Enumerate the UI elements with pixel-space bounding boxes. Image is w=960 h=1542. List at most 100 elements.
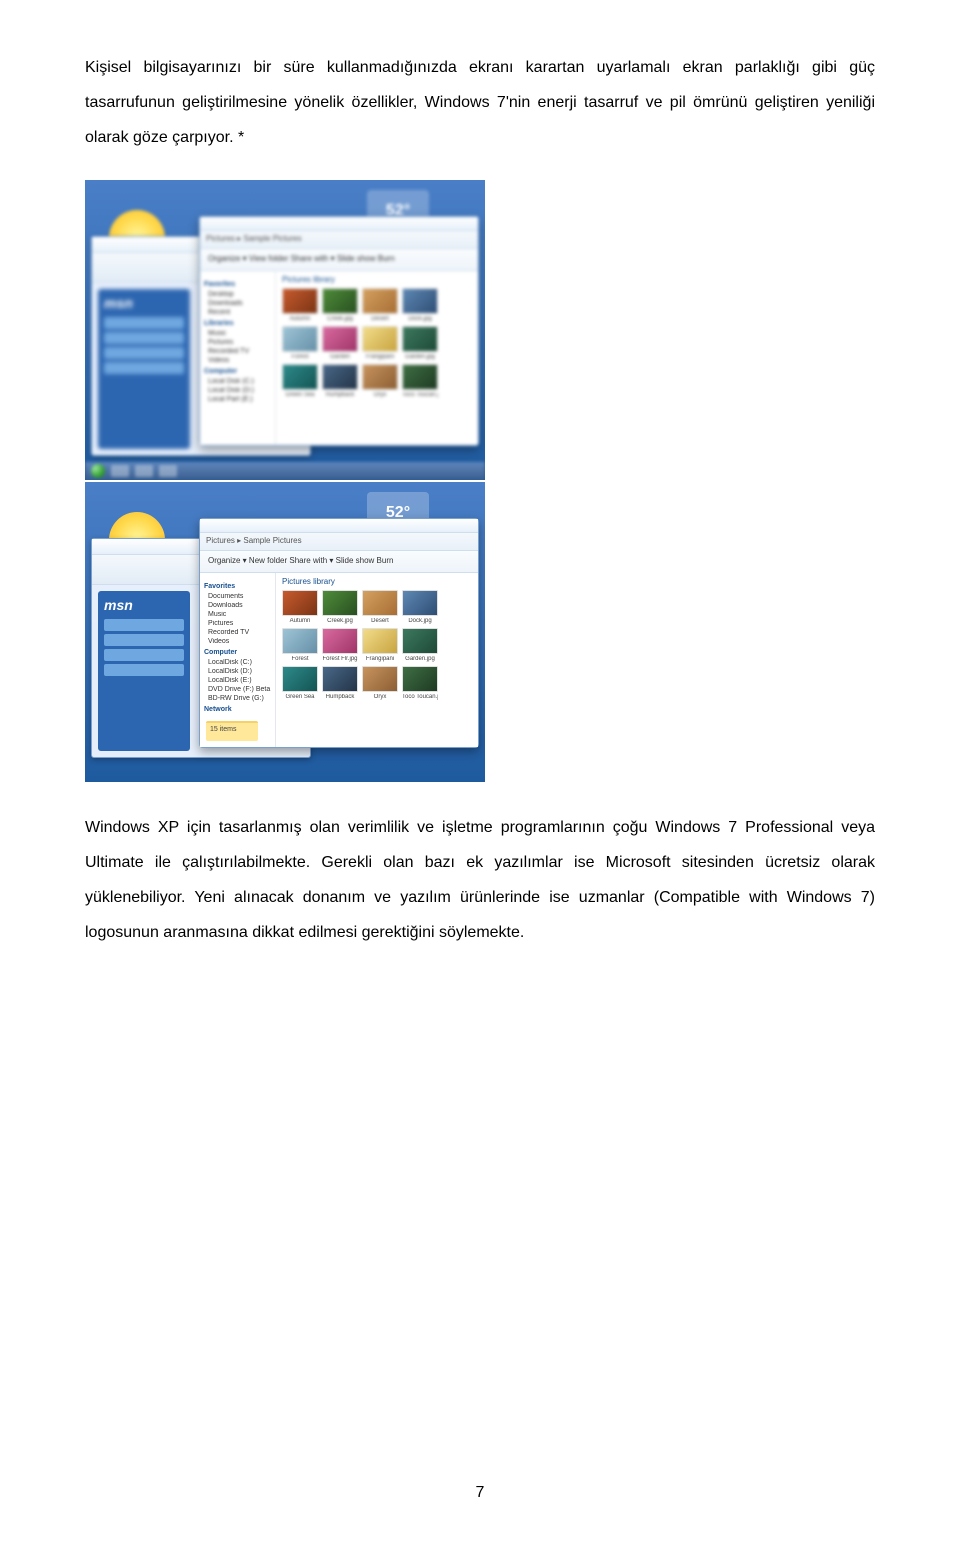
thumb-label: Autumn xyxy=(282,316,318,322)
thumb-row xyxy=(282,590,472,616)
explorer-titlebar xyxy=(200,519,478,533)
thumb-humpback xyxy=(322,364,358,390)
msn-link xyxy=(104,362,184,374)
nav-item: LocalDisk (E:) xyxy=(204,677,271,684)
thumb-label: Dock.jpg xyxy=(402,618,438,624)
label-row: Green Sea Humpback Oryx Toco Toucan.jpg xyxy=(282,694,472,700)
thumb-dock xyxy=(402,288,438,314)
thumb-autumn xyxy=(282,288,318,314)
thumb-label: Frangipani xyxy=(362,354,398,360)
nav-item: Downloads xyxy=(204,602,271,609)
thumb-humpback xyxy=(322,666,358,692)
nav-item: Music xyxy=(204,330,271,337)
thumb-frangipani xyxy=(362,628,398,654)
start-orb-icon xyxy=(91,464,105,478)
nav-item: LocalDisk (D:) xyxy=(204,668,271,675)
thumb-desert xyxy=(362,590,398,616)
thumb-toucan xyxy=(402,666,438,692)
thumb-frangipani xyxy=(362,326,398,352)
screenshot-1-blurred: 52° msn Pictures ▸ Sample Pictures Organ… xyxy=(85,180,485,480)
explorer-addressbar: Pictures ▸ Sample Pictures xyxy=(200,533,478,551)
nav-item: LocalDisk (C:) xyxy=(204,659,271,666)
explorer-addressbar: Pictures ▸ Sample Pictures xyxy=(200,231,478,249)
thumb-label: Desert xyxy=(362,316,398,322)
thumb-label: Humpback xyxy=(322,694,358,700)
label-row: Autumn Creek.jpg Desert Dock.jpg xyxy=(282,618,472,624)
thumb-oryx xyxy=(362,364,398,390)
thumb-garden2 xyxy=(402,326,438,352)
nav-item: Recorded TV xyxy=(204,629,271,636)
msn-panel: msn xyxy=(98,591,190,751)
nav-item: DVD Drive (F:) Beta xyxy=(204,686,271,693)
thumb-label: Oryx xyxy=(362,694,398,700)
thumb-garden2 xyxy=(402,628,438,654)
msn-logo: msn xyxy=(104,597,184,613)
thumb-label: Toco Toucan.jpg xyxy=(402,694,438,700)
explorer-content: Pictures library Autumn Creek.jpg Desert… xyxy=(276,573,478,747)
nav-item: BD-RW Drive (G:) xyxy=(204,695,271,702)
thumb-label: Green Sea xyxy=(282,392,318,398)
nav-computer-head: Computer xyxy=(204,649,271,656)
explorer-nav-pane: Favorites Desktop Downloads Recent Libra… xyxy=(200,271,276,445)
nav-item: Pictures xyxy=(204,339,271,346)
msn-link xyxy=(104,649,184,661)
thumb-label: Garden.jpg xyxy=(402,656,438,662)
thumb-garden xyxy=(322,326,358,352)
nav-libraries-head: Libraries xyxy=(204,320,271,327)
label-row: Green Sea Humpback Oryx Toco Toucan.jpg xyxy=(282,392,472,398)
nav-item: Pictures xyxy=(204,620,271,627)
thumb-label: Green Sea xyxy=(282,694,318,700)
nav-network-head: Network xyxy=(204,706,271,713)
thumb-label: Forest Flr.jpg xyxy=(322,656,358,662)
msn-link xyxy=(104,664,184,676)
msn-link xyxy=(104,317,184,329)
nav-item: Music xyxy=(204,611,271,618)
nav-computer-head: Computer xyxy=(204,368,271,375)
msn-link xyxy=(104,332,184,344)
nav-item: Local Disk (C:) xyxy=(204,378,271,385)
thumb-garden xyxy=(322,628,358,654)
thumb-label: Garden xyxy=(322,354,358,360)
thumb-label: Forest xyxy=(282,354,318,360)
nav-item: Local Part (E:) xyxy=(204,396,271,403)
task-icon xyxy=(111,465,129,477)
thumb-row xyxy=(282,364,472,390)
thumb-row xyxy=(282,326,472,352)
thumb-label: Dock.jpg xyxy=(402,316,438,322)
taskbar xyxy=(85,462,485,480)
thumb-label: Oryx xyxy=(362,392,398,398)
thumb-label: Desert xyxy=(362,618,398,624)
thumb-autumn xyxy=(282,590,318,616)
paragraph-2: Windows XP için tasarlanmış olan verimli… xyxy=(85,810,875,951)
page-number: 7 xyxy=(0,1484,960,1502)
nav-item: Downloads xyxy=(204,300,271,307)
thumb-label: Autumn xyxy=(282,618,318,624)
thumb-label: Creek.jpg xyxy=(322,618,358,624)
thumb-greensea xyxy=(282,666,318,692)
nav-item: Documents xyxy=(204,593,271,600)
thumb-creek xyxy=(322,590,358,616)
nav-item: Videos xyxy=(204,357,271,364)
thumb-creek xyxy=(322,288,358,314)
thumb-oryx xyxy=(362,666,398,692)
explorer-body: Favorites Desktop Downloads Recent Libra… xyxy=(200,271,478,445)
thumb-dock xyxy=(402,590,438,616)
library-title: Pictures library xyxy=(282,275,472,284)
task-icon xyxy=(159,465,177,477)
thumb-label: Garden.jpg xyxy=(402,354,438,360)
label-row: Forest Forest Flr.jpg Frangipani Garden.… xyxy=(282,656,472,662)
thumb-desert xyxy=(362,288,398,314)
msn-link xyxy=(104,634,184,646)
paragraph-1: Kişisel bilgisayarınızı bir süre kullanm… xyxy=(85,50,875,156)
explorer-toolbar: Organize ▾ View folder Share with ▾ Slid… xyxy=(200,249,478,271)
nav-favorites-head: Favorites xyxy=(204,281,271,288)
nav-favorites-head: Favorites xyxy=(204,583,271,590)
msn-link xyxy=(104,619,184,631)
thumb-row xyxy=(282,288,472,314)
msn-link xyxy=(104,347,184,359)
msn-logo: msn xyxy=(104,295,184,311)
library-title: Pictures library xyxy=(282,577,472,586)
explorer-window: Pictures ▸ Sample Pictures Organize ▾ Ne… xyxy=(199,518,479,748)
explorer-content: Pictures library Autumn Creek.jpg Desert… xyxy=(276,271,478,445)
thumb-label: Frangipani xyxy=(362,656,398,662)
